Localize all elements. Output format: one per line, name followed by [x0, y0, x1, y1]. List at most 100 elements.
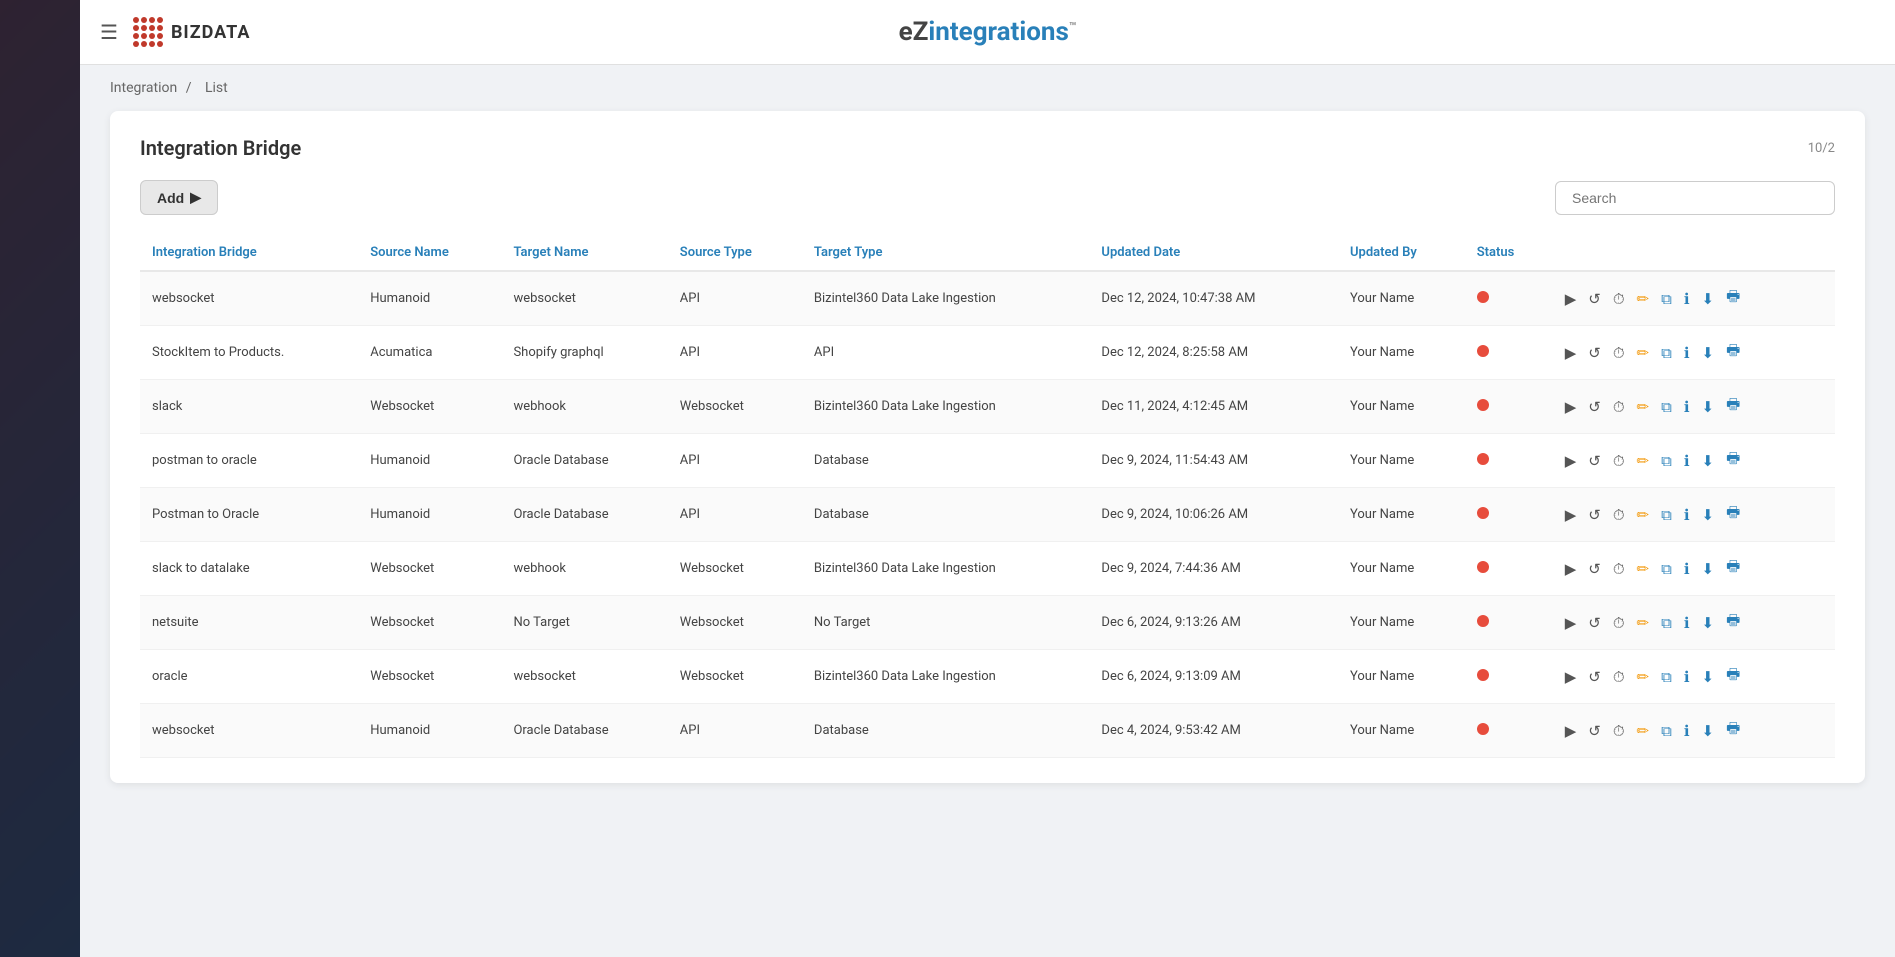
play-icon[interactable]: ▶ [1563, 558, 1579, 580]
cell-updated-date: Dec 9, 2024, 11:54:43 AM [1089, 434, 1338, 488]
print-icon[interactable]: 🖶 [1724, 608, 1742, 637]
reset-icon[interactable]: ↺ [1586, 504, 1603, 526]
edit-icon[interactable]: ✏ [1635, 666, 1652, 688]
cell-actions: ▶ ↺ ⏱ ✏ ⧉ ℹ ⬇ 🖶 [1551, 434, 1835, 488]
reset-icon[interactable]: ↺ [1586, 666, 1603, 688]
print-icon[interactable]: 🖶 [1724, 338, 1742, 367]
edit-icon[interactable]: ✏ [1635, 720, 1652, 742]
play-icon[interactable]: ▶ [1563, 612, 1579, 634]
table-row: Postman to OracleHumanoidOracle Database… [140, 488, 1835, 542]
copy-icon[interactable]: ⧉ [1659, 558, 1674, 580]
copy-icon[interactable]: ⧉ [1659, 666, 1674, 688]
info-icon[interactable]: ℹ [1682, 342, 1692, 364]
hamburger-menu[interactable]: ☰ [100, 20, 118, 44]
print-icon[interactable]: 🖶 [1724, 284, 1742, 313]
history-icon[interactable]: ⏱ [1611, 504, 1627, 526]
download-icon[interactable]: ⬇ [1700, 558, 1717, 580]
cell-actions: ▶ ↺ ⏱ ✏ ⧉ ℹ ⬇ 🖶 [1551, 542, 1835, 596]
copy-icon[interactable]: ⧉ [1659, 288, 1674, 310]
download-icon[interactable]: ⬇ [1700, 666, 1717, 688]
copy-icon[interactable]: ⧉ [1659, 450, 1674, 472]
col-integration-bridge[interactable]: Integration Bridge [140, 235, 358, 271]
cell-updated-by: Your Name [1338, 434, 1465, 488]
download-icon[interactable]: ⬇ [1700, 720, 1717, 742]
play-icon[interactable]: ▶ [1563, 504, 1579, 526]
reset-icon[interactable]: ↺ [1586, 396, 1603, 418]
edit-icon[interactable]: ✏ [1635, 504, 1652, 526]
col-status[interactable]: Status [1465, 235, 1551, 271]
print-icon[interactable]: 🖶 [1724, 716, 1742, 745]
edit-icon[interactable]: ✏ [1635, 342, 1652, 364]
print-icon[interactable]: 🖶 [1724, 554, 1742, 583]
reset-icon[interactable]: ↺ [1586, 450, 1603, 472]
print-icon[interactable]: 🖶 [1724, 662, 1742, 691]
reset-icon[interactable]: ↺ [1586, 342, 1603, 364]
play-icon[interactable]: ▶ [1563, 342, 1579, 364]
action-icons: ▶ ↺ ⏱ ✏ ⧉ ℹ ⬇ 🖶 [1563, 608, 1823, 637]
cell-target-type: Database [802, 704, 1090, 758]
reset-icon[interactable]: ↺ [1586, 612, 1603, 634]
info-icon[interactable]: ℹ [1682, 720, 1692, 742]
col-target-name[interactable]: Target Name [501, 235, 667, 271]
play-icon[interactable]: ▶ [1563, 666, 1579, 688]
copy-icon[interactable]: ⧉ [1659, 612, 1674, 634]
cell-source-type: API [668, 434, 802, 488]
play-icon[interactable]: ▶ [1563, 720, 1579, 742]
reset-icon[interactable]: ↺ [1586, 288, 1603, 310]
add-button[interactable]: Add ▶ [140, 180, 218, 215]
play-icon[interactable]: ▶ [1563, 288, 1579, 310]
info-icon[interactable]: ℹ [1682, 612, 1692, 634]
action-icons: ▶ ↺ ⏱ ✏ ⧉ ℹ ⬇ 🖶 [1563, 662, 1823, 691]
toolbar: Add ▶ [140, 180, 1835, 215]
reset-icon[interactable]: ↺ [1586, 720, 1603, 742]
history-icon[interactable]: ⏱ [1611, 288, 1627, 310]
download-icon[interactable]: ⬇ [1700, 450, 1717, 472]
history-icon[interactable]: ⏱ [1611, 666, 1627, 688]
cell-integration-bridge: postman to oracle [140, 434, 358, 488]
status-dot [1477, 615, 1489, 627]
history-icon[interactable]: ⏱ [1611, 396, 1627, 418]
download-icon[interactable]: ⬇ [1700, 612, 1717, 634]
download-icon[interactable]: ⬇ [1700, 504, 1717, 526]
info-icon[interactable]: ℹ [1682, 396, 1692, 418]
cell-updated-date: Dec 11, 2024, 4:12:45 AM [1089, 380, 1338, 434]
info-icon[interactable]: ℹ [1682, 288, 1692, 310]
history-icon[interactable]: ⏱ [1611, 720, 1627, 742]
info-icon[interactable]: ℹ [1682, 504, 1692, 526]
content-panel: Integration Bridge 10/2 Add ▶ Integratio… [110, 111, 1865, 783]
status-dot [1477, 561, 1489, 573]
col-updated-date[interactable]: Updated Date [1089, 235, 1338, 271]
table-body: websocketHumanoidwebsocketAPIBizintel360… [140, 271, 1835, 758]
download-icon[interactable]: ⬇ [1700, 396, 1717, 418]
download-icon[interactable]: ⬇ [1700, 288, 1717, 310]
info-icon[interactable]: ℹ [1682, 666, 1692, 688]
history-icon[interactable]: ⏱ [1611, 612, 1627, 634]
reset-icon[interactable]: ↺ [1586, 558, 1603, 580]
copy-icon[interactable]: ⧉ [1659, 504, 1674, 526]
history-icon[interactable]: ⏱ [1611, 342, 1627, 364]
play-icon[interactable]: ▶ [1563, 450, 1579, 472]
print-icon[interactable]: 🖶 [1724, 446, 1742, 475]
history-icon[interactable]: ⏱ [1611, 558, 1627, 580]
info-icon[interactable]: ℹ [1682, 450, 1692, 472]
download-icon[interactable]: ⬇ [1700, 342, 1717, 364]
col-target-type[interactable]: Target Type [802, 235, 1090, 271]
print-icon[interactable]: 🖶 [1724, 392, 1742, 421]
edit-icon[interactable]: ✏ [1635, 612, 1652, 634]
edit-icon[interactable]: ✏ [1635, 450, 1652, 472]
search-input[interactable] [1555, 181, 1835, 215]
copy-icon[interactable]: ⧉ [1659, 396, 1674, 418]
edit-icon[interactable]: ✏ [1635, 396, 1652, 418]
info-icon[interactable]: ℹ [1682, 558, 1692, 580]
col-source-type[interactable]: Source Type [668, 235, 802, 271]
play-icon[interactable]: ▶ [1563, 396, 1579, 418]
col-source-name[interactable]: Source Name [358, 235, 501, 271]
edit-icon[interactable]: ✏ [1635, 558, 1652, 580]
history-icon[interactable]: ⏱ [1611, 450, 1627, 472]
edit-icon[interactable]: ✏ [1635, 288, 1652, 310]
print-icon[interactable]: 🖶 [1724, 500, 1742, 529]
col-updated-by[interactable]: Updated By [1338, 235, 1465, 271]
copy-icon[interactable]: ⧉ [1659, 342, 1674, 364]
copy-icon[interactable]: ⧉ [1659, 720, 1674, 742]
breadcrumb-integration[interactable]: Integration [110, 80, 177, 96]
